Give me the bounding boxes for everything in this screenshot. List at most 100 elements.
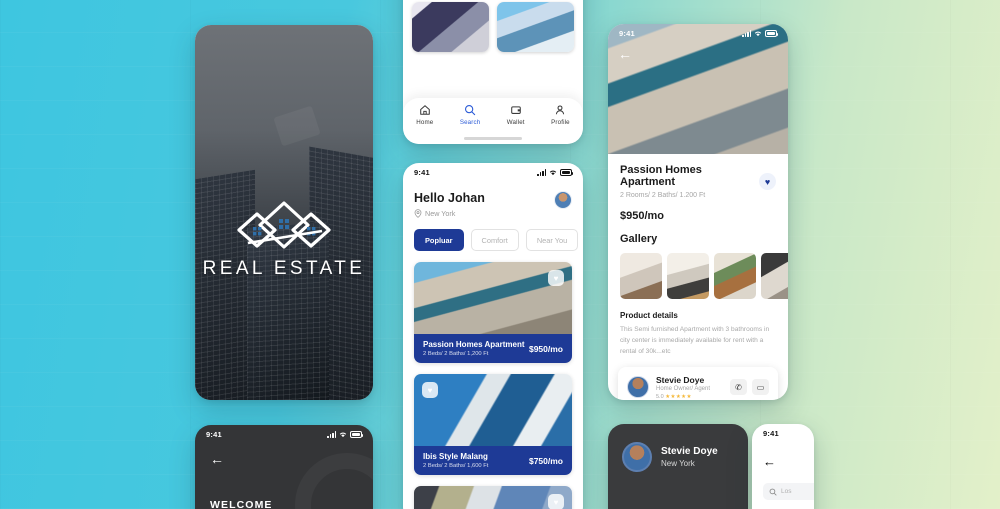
filter-chips: Popluar Comfort Near You Building	[403, 229, 583, 251]
category-grid: Vacation Home Work Space	[403, 0, 583, 52]
status-time: 9:41	[414, 168, 430, 177]
category-tile-glass-tower[interactable]	[412, 2, 489, 52]
detail-content: Passion Homes Apartment 2 Rooms/ 2 Baths…	[608, 154, 788, 358]
signal-icon	[742, 30, 751, 37]
tab-home[interactable]: Home	[416, 104, 433, 126]
detail-price: $950/mo	[620, 210, 665, 222]
back-icon[interactable]: ←	[752, 440, 814, 469]
tab-wallet[interactable]: Wallet	[507, 104, 525, 126]
tab-profile[interactable]: Profile	[551, 104, 570, 126]
gallery-strip[interactable]	[620, 253, 788, 299]
phone-detail-screen: 9:41 ← Passion Homes Apartment 2 Rooms/ …	[608, 24, 788, 400]
detail-title: Passion Homes Apartment	[620, 164, 702, 188]
bottom-tab-bar: Home Search Wallet Profile	[403, 98, 583, 144]
bathroom-photo[interactable]	[761, 253, 788, 299]
search-input[interactable]: Los	[763, 483, 814, 500]
welcome-kicker: WELCOME	[210, 499, 273, 509]
agent-rating: 5.0 ★★★★★	[656, 394, 710, 400]
blue-glass-building-photo: ♥	[414, 374, 572, 446]
signal-icon	[327, 431, 336, 438]
details-text: This Semi furnished Apartment with 3 bat…	[620, 326, 770, 355]
phone-icon[interactable]: ✆	[730, 379, 747, 396]
welcome-status-bar: 9:41	[195, 425, 373, 441]
phone-home-screen: 9:41 Hello Johan New York Popluar Comfor…	[403, 163, 583, 509]
search-icon	[769, 488, 777, 496]
signal-icon	[537, 169, 546, 176]
modern-balcony-building-photo: ♥	[414, 262, 572, 334]
listing-info-bar: Ibis Style Malang 2 Beds/ 2 Baths/ 1,600…	[414, 446, 572, 475]
dining-room-photo[interactable]	[714, 253, 756, 299]
profile-avatar[interactable]	[622, 442, 652, 472]
passion-homes-exterior-photo: 9:41 ←	[608, 24, 788, 154]
listing-title: Passion Homes Apartment	[423, 340, 525, 349]
glass-tower-photo	[412, 2, 489, 52]
favorite-icon[interactable]: ♥	[759, 173, 776, 190]
avatar[interactable]	[554, 191, 572, 209]
agent-actions: ✆ ▭	[730, 379, 769, 396]
status-icons	[537, 169, 574, 176]
listing-card[interactable]: ♥ Ibis Style Malang 2 Beds/ 2 Baths/ 1,6…	[414, 374, 572, 475]
favorite-icon[interactable]: ♥	[422, 382, 438, 398]
favorite-icon[interactable]: ♥	[548, 494, 564, 509]
listing-specs: 2 Beds/ 2 Baths/ 1,600 Ft	[423, 463, 489, 469]
star-rating-icon: ★★★★★	[665, 394, 692, 400]
greeting-title: Hello Johan	[414, 191, 485, 205]
tab-search[interactable]: Search	[460, 104, 481, 126]
status-time: 9:41	[763, 429, 779, 438]
status-icons	[742, 30, 779, 37]
home-indicator	[464, 137, 522, 140]
sky-glare	[273, 105, 321, 147]
agent-card[interactable]: Stevie Doye Home Owner/ Agent 5.0 ★★★★★ …	[618, 366, 778, 400]
gallery-heading: Gallery	[620, 233, 658, 245]
agent-name: Stevie Doye	[656, 374, 705, 385]
phone-profile-screen: Stevie Doye New York	[608, 424, 748, 509]
chat-icon[interactable]: ▭	[752, 379, 769, 396]
listing-card[interactable]: ♥ Passion Homes Apartment 2 Beds/ 2 Bath…	[414, 262, 572, 363]
brand-title: REAL ESTATE	[202, 258, 366, 279]
listing-price: $950/mo	[528, 343, 563, 354]
wifi-icon	[339, 432, 347, 438]
status-icons	[327, 431, 364, 438]
detail-specs: 2 Rooms/ 2 Baths/ 1.200 Ft	[620, 192, 706, 199]
location-label: New York	[425, 209, 456, 218]
home-status-bar: 9:41	[403, 163, 583, 179]
chip-popluar[interactable]: Popluar	[414, 229, 464, 251]
status-time: 9:41	[206, 430, 222, 439]
status-time: 9:41	[619, 29, 635, 38]
wallet-icon	[510, 106, 521, 114]
category-tile-blue-office[interactable]	[497, 2, 574, 52]
profile-name: Stevie Doye	[661, 446, 718, 457]
battery-icon	[350, 431, 364, 438]
search-icon	[465, 104, 476, 116]
agent-avatar	[627, 376, 649, 399]
profile-header: Stevie Doye New York	[608, 424, 748, 472]
phone-search-screen: 9:41 ← Los	[752, 424, 814, 509]
three-houses-logo-icon	[237, 201, 331, 249]
home-icon	[419, 105, 430, 115]
chip-comfort[interactable]: Comfort	[470, 229, 519, 251]
person-icon	[556, 105, 565, 115]
favorite-icon[interactable]: ♥	[548, 270, 564, 286]
brand-logo-block: REAL ESTATE	[195, 197, 373, 280]
wifi-icon	[549, 170, 557, 176]
listing-price: $750/mo	[528, 455, 563, 466]
listing-title: Ibis Style Malang	[423, 452, 488, 461]
tab-label: Wallet	[506, 118, 525, 126]
back-icon[interactable]: ←	[618, 46, 632, 62]
tab-label: Home	[416, 118, 434, 126]
tab-label: Search	[459, 118, 481, 126]
blue-office-photo	[497, 2, 574, 52]
phone-categories-screen: Vacation Home Work Space Home Search Wal…	[403, 0, 583, 144]
phone-welcome-screen: 9:41 ← WELCOME REAL ESTATE	[195, 425, 373, 509]
back-icon[interactable]: ←	[210, 452, 224, 466]
listing-specs: 2 Beds/ 2 Baths/ 1,200 Ft	[423, 351, 489, 357]
kitchen-photo[interactable]	[667, 253, 709, 299]
detail-status-bar: 9:41	[608, 24, 788, 40]
living-room-photo[interactable]	[620, 253, 662, 299]
details-heading: Product details	[620, 311, 678, 320]
search-status-bar: 9:41	[752, 424, 814, 440]
chip-near-you[interactable]: Near You	[525, 229, 579, 251]
status-time: 9:41	[206, 30, 222, 39]
listing-card[interactable]: ♥	[414, 486, 572, 509]
battery-icon	[765, 30, 779, 37]
